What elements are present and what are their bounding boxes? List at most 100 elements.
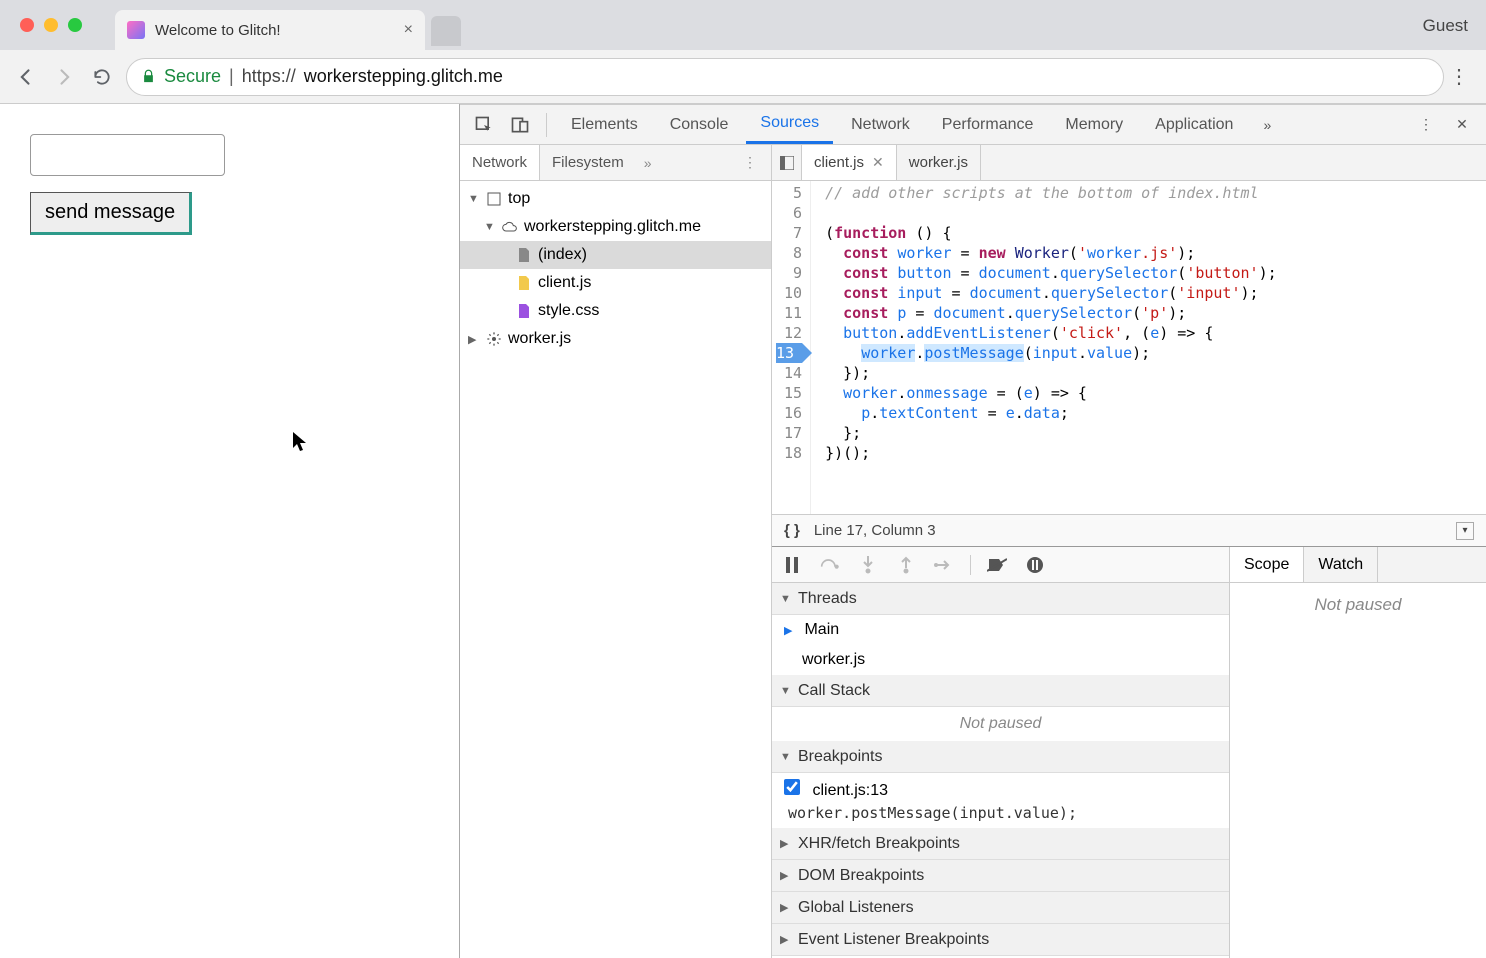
message-input[interactable] [30,134,225,176]
tree-label: style.css [538,302,599,320]
tree-top[interactable]: ▼ top [460,185,771,213]
step-button[interactable] [932,553,956,577]
url-protocol: https:// [242,66,296,87]
tree-label: workerstepping.glitch.me [524,218,701,236]
window-maximize-button[interactable] [68,18,82,32]
breakpoint-checkbox[interactable] [784,779,800,795]
navigator-menu-icon[interactable]: ⋮ [735,154,765,171]
send-message-button[interactable]: send message [30,192,192,235]
tab-console[interactable]: Console [656,105,743,144]
file-tree: ▼ top ▼ workerstepping.glitch.me (index) [460,181,771,958]
editor-panel: client.js ✕ worker.js 567891011121314151… [772,145,1486,958]
url-field[interactable]: Secure | https:// workerstepping.glitch.m… [126,58,1444,96]
back-button[interactable] [12,63,40,91]
window-close-button[interactable] [20,18,34,32]
navigator-tab-network[interactable]: Network [460,145,540,180]
watch-tab[interactable]: Watch [1304,547,1378,582]
debugger-left: ▼Threads Main worker.js ▼Call Stack Not … [772,547,1230,958]
breakpoint-item[interactable]: client.js:13 worker.postMessage(input.va… [772,773,1229,828]
step-over-button[interactable] [818,553,842,577]
editor-tab-close-icon[interactable]: ✕ [872,154,884,171]
gear-icon [486,331,502,347]
cursor-icon [293,432,309,452]
device-toolbar-icon[interactable] [504,109,536,141]
editor-tab-clientjs[interactable]: client.js ✕ [802,145,897,180]
debugger-right: Scope Watch Not paused [1230,547,1486,958]
step-into-button[interactable] [856,553,880,577]
tab-memory[interactable]: Memory [1051,105,1137,144]
pause-button[interactable] [780,553,804,577]
deactivate-breakpoints-button[interactable] [985,553,1009,577]
tab-network[interactable]: Network [837,105,924,144]
debugger-panel: ▼Threads Main worker.js ▼Call Stack Not … [772,546,1486,958]
toggle-navigator-icon[interactable] [772,145,802,180]
tree-file-clientjs[interactable]: client.js [460,269,771,297]
tab-performance[interactable]: Performance [928,105,1048,144]
lock-icon [141,68,156,85]
breakpoint-code: worker.postMessage(input.value); [784,804,1217,822]
tree-label: top [508,190,530,208]
tab-elements[interactable]: Elements [557,105,652,144]
cloud-icon [502,219,518,235]
tab-title: Welcome to Glitch! [155,22,394,39]
thread-worker[interactable]: worker.js [772,645,1229,675]
coverage-icon[interactable]: ▾ [1456,522,1474,540]
more-tabs-icon[interactable]: » [1251,109,1283,141]
breakpoints-section[interactable]: ▼Breakpoints [772,741,1229,773]
url-host: workerstepping.glitch.me [304,66,503,87]
pause-exceptions-button[interactable] [1023,553,1047,577]
editor-tab-label: client.js [814,154,864,171]
tree-file-index[interactable]: (index) [460,241,771,269]
thread-main[interactable]: Main [772,615,1229,645]
tree-worker[interactable]: ▶ worker.js [460,325,771,353]
address-bar: Secure | https:// workerstepping.glitch.m… [0,50,1486,104]
devtools-close-icon[interactable]: ✕ [1446,109,1478,141]
scope-tabs: Scope Watch [1230,547,1486,583]
document-icon [516,247,532,263]
sources-navigator: Network Filesystem » ⋮ ▼ top ▼ workerste… [460,145,772,958]
scope-tab[interactable]: Scope [1230,547,1304,582]
step-out-button[interactable] [894,553,918,577]
code-editor[interactable]: 56789101112131415161718 // add other scr… [772,181,1486,514]
editor-tab-workerjs[interactable]: worker.js [897,145,981,180]
navigator-more-icon[interactable]: » [636,155,660,171]
navigator-tab-filesystem[interactable]: Filesystem [540,145,636,180]
editor-status-bar: { } Line 17, Column 3 ▾ [772,514,1486,546]
browser-tab-strip: Welcome to Glitch! × Guest [0,0,1486,50]
debugger-toolbar [772,547,1229,583]
navigator-tabs: Network Filesystem » ⋮ [460,145,771,181]
browser-menu-button[interactable]: ⋮ [1444,64,1474,89]
callstack-section[interactable]: ▼Call Stack [772,675,1229,707]
page-content: send message [0,104,460,958]
js-file-icon [516,275,532,291]
tab-close-button[interactable]: × [404,21,413,39]
xhr-breakpoints-section[interactable]: ▶XHR/fetch Breakpoints [772,828,1229,860]
favicon-icon [127,21,145,39]
inspect-element-icon[interactable] [468,109,500,141]
new-tab-button[interactable] [431,16,461,46]
url-separator: | [229,66,234,87]
event-listener-breakpoints-section[interactable]: ▶Event Listener Breakpoints [772,924,1229,956]
breakpoint-label: client.js:13 [812,782,888,799]
secure-label: Secure [164,66,221,87]
editor-tabs: client.js ✕ worker.js [772,145,1486,181]
tree-label: (index) [538,246,587,264]
tree-file-stylecss[interactable]: style.css [460,297,771,325]
css-file-icon [516,303,532,319]
pretty-print-icon[interactable]: { } [784,522,800,539]
window-minimize-button[interactable] [44,18,58,32]
tab-application[interactable]: Application [1141,105,1247,144]
forward-button[interactable] [50,63,78,91]
scope-empty: Not paused [1230,583,1486,958]
browser-tab[interactable]: Welcome to Glitch! × [115,10,425,50]
frame-icon [486,191,502,207]
reload-button[interactable] [88,63,116,91]
threads-section[interactable]: ▼Threads [772,583,1229,615]
profile-label[interactable]: Guest [1423,16,1468,36]
devtools-menu-icon[interactable]: ⋮ [1410,109,1442,141]
dom-breakpoints-section[interactable]: ▶DOM Breakpoints [772,860,1229,892]
tree-domain[interactable]: ▼ workerstepping.glitch.me [460,213,771,241]
tab-sources[interactable]: Sources [746,105,833,144]
cursor-position: Line 17, Column 3 [814,522,936,539]
global-listeners-section[interactable]: ▶Global Listeners [772,892,1229,924]
